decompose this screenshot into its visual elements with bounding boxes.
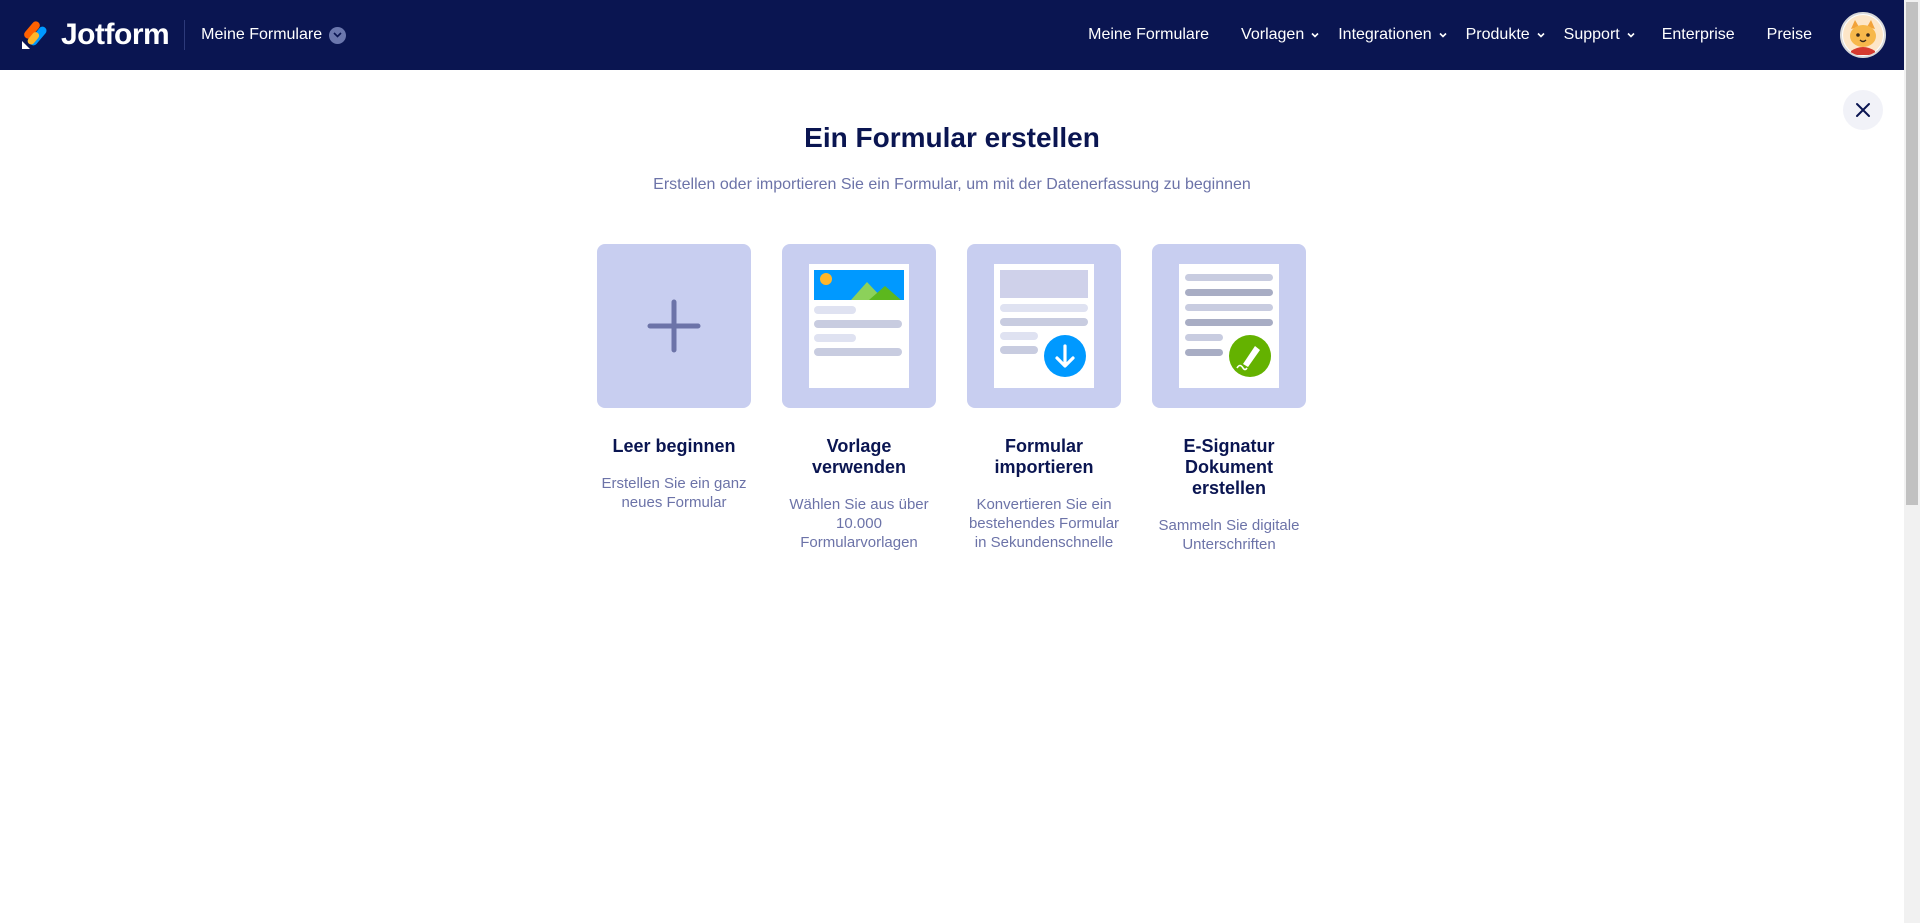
- template-form-icon: [809, 264, 909, 388]
- option-esign-document-label: E-Signatur Dokument erstellen: [1183, 436, 1275, 498]
- chevron-down-icon: [329, 26, 347, 44]
- header-divider: [184, 20, 186, 50]
- nav-integrations-label: Integrationen: [1338, 26, 1432, 43]
- option-start-blank-label: Leer beginnen: [612, 436, 736, 456]
- my-forms-switcher[interactable]: Meine Formulare: [201, 26, 347, 44]
- esign-document-icon: [1179, 264, 1279, 388]
- option-import-form[interactable]: Formular importieren Konvertieren Sie ei…: [967, 244, 1121, 552]
- nav-my-forms[interactable]: Meine Formulare: [1088, 26, 1209, 44]
- nav-products[interactable]: Produkte: [1466, 26, 1546, 44]
- jotform-logo-icon: [22, 21, 47, 49]
- option-start-blank-tile[interactable]: [597, 244, 751, 408]
- scrollbar-thumb[interactable]: [1906, 2, 1918, 505]
- option-use-template-tile[interactable]: [782, 244, 936, 408]
- option-esign-document-description: Sammeln Sie digitale Unterschriften: [1158, 517, 1300, 553]
- nav-my-forms-label: Meine Formulare: [1088, 26, 1210, 43]
- chevron-down-icon: [1536, 30, 1546, 40]
- create-form-page: Jotform Meine Formulare Meine Formulare …: [0, 0, 1920, 923]
- chevron-down-icon: [1438, 30, 1448, 40]
- nav-enterprise[interactable]: Enterprise: [1662, 26, 1735, 44]
- my-forms-switcher-label: Meine Formulare: [201, 26, 323, 43]
- option-use-template-description: Wählen Sie aus über 10.000 Formularvorla…: [789, 496, 929, 551]
- jotform-logo[interactable]: Jotform: [19, 18, 170, 52]
- nav-pricing[interactable]: Preise: [1767, 26, 1812, 44]
- option-esign-document-tile[interactable]: [1152, 244, 1306, 408]
- nav-pricing-label: Preise: [1766, 26, 1812, 43]
- chevron-down-icon: [1310, 30, 1320, 40]
- option-import-form-tile[interactable]: [967, 244, 1121, 408]
- top-navigation-bar: Jotform Meine Formulare Meine Formulare …: [0, 0, 1904, 70]
- option-import-form-description: Konvertieren Sie ein bestehendes Formula…: [968, 496, 1120, 551]
- logo-text: Jotform: [61, 18, 170, 51]
- nav-templates-label: Vorlagen: [1241, 26, 1305, 43]
- plus-icon: [647, 299, 701, 353]
- nav-templates[interactable]: Vorlagen: [1241, 26, 1320, 44]
- user-avatar[interactable]: [1840, 12, 1886, 58]
- nav-integrations[interactable]: Integrationen: [1338, 26, 1447, 44]
- option-use-template[interactable]: Vorlage verwenden Wählen Sie aus über 10…: [782, 244, 936, 552]
- page-subtitle: Erstellen oder importieren Sie ein Formu…: [653, 176, 1251, 193]
- chevron-down-icon: [1626, 30, 1636, 40]
- nav-support[interactable]: Support: [1564, 26, 1636, 44]
- close-icon: [1856, 103, 1870, 117]
- option-start-blank-description: Erstellen Sie ein ganz neues Formular: [601, 475, 747, 511]
- nav-support-label: Support: [1563, 26, 1620, 43]
- option-use-template-label: Vorlage verwenden: [811, 436, 907, 477]
- import-form-icon: [994, 264, 1094, 388]
- main-nav: Meine Formulare Vorlagen Integrationen P…: [1088, 0, 1886, 70]
- page-title: Ein Formular erstellen: [804, 122, 1100, 153]
- cat-avatar-icon: [1843, 15, 1883, 55]
- nav-enterprise-label: Enterprise: [1661, 26, 1735, 43]
- option-esign-document[interactable]: E-Signatur Dokument erstellen Sammeln Si…: [1152, 244, 1306, 554]
- option-import-form-label: Formular importieren: [994, 436, 1094, 477]
- page-scrollbar[interactable]: [1904, 0, 1920, 923]
- option-start-blank[interactable]: Leer beginnen Erstellen Sie ein ganz neu…: [597, 244, 751, 512]
- nav-products-label: Produkte: [1465, 26, 1530, 43]
